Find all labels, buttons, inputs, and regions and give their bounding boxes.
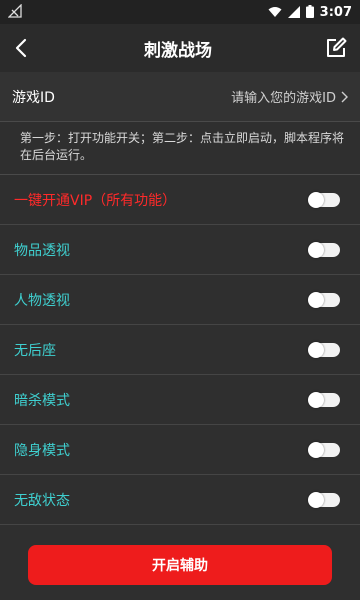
start-assist-button[interactable]: 开启辅助 bbox=[28, 545, 332, 585]
status-bar: 3:07 bbox=[0, 0, 360, 24]
wifi-icon bbox=[268, 3, 282, 22]
feature-label-no-recoil: 无后座 bbox=[14, 342, 56, 359]
bottom-bar: 开启辅助 bbox=[0, 530, 360, 600]
nav-bar: 刺激战场 bbox=[0, 24, 360, 72]
page-title: 刺激战场 bbox=[144, 40, 212, 61]
feature-list: 一键开通VIP（所有功能） 物品透视 人物透视 无后座 暗杀模式 隐身模式 无敌… bbox=[0, 175, 360, 525]
feature-row-assassin-mode: 暗杀模式 bbox=[0, 375, 360, 425]
edit-icon bbox=[327, 37, 347, 57]
toggle-switch-assassin-mode[interactable] bbox=[308, 391, 340, 408]
chevron-right-icon bbox=[341, 91, 348, 102]
feature-row-item-esp: 物品透视 bbox=[0, 225, 360, 275]
game-id-input[interactable]: 请输入您的游戏ID bbox=[231, 87, 336, 106]
game-id-label: 游戏ID bbox=[12, 89, 55, 106]
feature-label-player-esp: 人物透视 bbox=[14, 292, 70, 309]
chevron-left-icon bbox=[15, 38, 27, 58]
feature-label-stealth-mode: 隐身模式 bbox=[14, 442, 70, 459]
edit-button[interactable] bbox=[324, 36, 348, 60]
feature-row-player-esp: 人物透视 bbox=[0, 275, 360, 325]
status-time: 3:07 bbox=[319, 4, 352, 20]
signal-icon bbox=[287, 3, 300, 22]
game-id-row[interactable]: 游戏ID 请输入您的游戏ID bbox=[0, 72, 360, 122]
no-signal-icon bbox=[7, 2, 22, 22]
instructions-text: 第一步：打开功能开关；第二步：点击立即启动，脚本程序将在后台运行。 bbox=[0, 122, 360, 175]
feature-label-vip: 一键开通VIP（所有功能） bbox=[14, 192, 177, 209]
feature-label-assassin-mode: 暗杀模式 bbox=[14, 392, 70, 409]
feature-row-no-recoil: 无后座 bbox=[0, 325, 360, 375]
battery-icon bbox=[305, 3, 314, 22]
toggle-switch-stealth-mode[interactable] bbox=[308, 441, 340, 458]
feature-row-stealth-mode: 隐身模式 bbox=[0, 425, 360, 475]
toggle-switch-invincible[interactable] bbox=[308, 491, 340, 508]
feature-row-invincible: 无敌状态 bbox=[0, 475, 360, 525]
toggle-switch-item-esp[interactable] bbox=[308, 241, 340, 258]
feature-row-vip: 一键开通VIP（所有功能） bbox=[0, 175, 360, 225]
feature-label-item-esp: 物品透视 bbox=[14, 242, 70, 259]
toggle-switch-no-recoil[interactable] bbox=[308, 341, 340, 358]
feature-label-invincible: 无敌状态 bbox=[14, 492, 70, 509]
back-button[interactable] bbox=[12, 38, 32, 58]
toggle-switch-player-esp[interactable] bbox=[308, 291, 340, 308]
toggle-switch-vip[interactable] bbox=[308, 191, 340, 208]
